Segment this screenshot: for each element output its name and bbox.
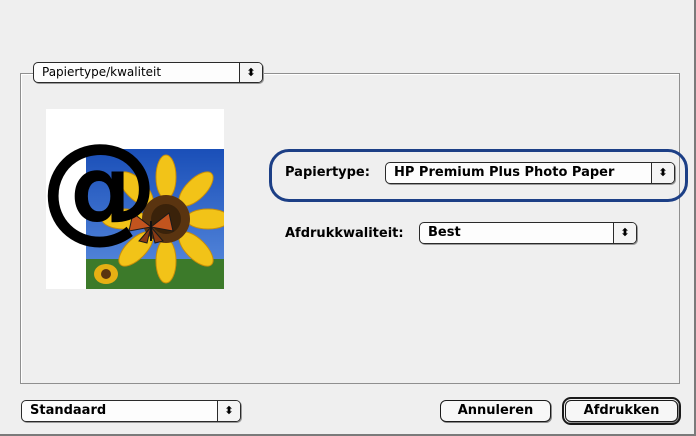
at-symbol: @ xyxy=(46,117,158,255)
sunflower-photo-icon: @ xyxy=(46,117,224,289)
up-down-arrows-icon: ⬍ xyxy=(651,163,674,183)
papiertype-value: HP Premium Plus Photo Paper xyxy=(394,165,615,180)
up-down-arrows-icon: ⬍ xyxy=(217,401,240,421)
afdrukkwaliteit-label: Afdrukkwaliteit: xyxy=(285,226,404,241)
up-down-arrows-icon: ⬍ xyxy=(613,223,636,243)
up-down-arrows-icon: ⬍ xyxy=(239,63,262,82)
paper-preview: @ xyxy=(46,109,224,289)
print-button[interactable]: Afdrukken xyxy=(562,397,681,425)
preset-value: Standaard xyxy=(30,403,107,418)
afdrukkwaliteit-value: Best xyxy=(428,225,461,240)
afdrukkwaliteit-select[interactable]: Best ⬍ xyxy=(419,222,637,244)
papiertype-select[interactable]: HP Premium Plus Photo Paper ⬍ xyxy=(385,162,675,184)
cancel-button[interactable]: Annuleren xyxy=(440,400,551,422)
section-popup[interactable]: Papiertype/kwaliteit ⬍ xyxy=(33,62,263,83)
print-dialog: Papiertype/kwaliteit ⬍ @ Papiertype: HP … xyxy=(0,0,696,436)
section-popup-value: Papiertype/kwaliteit xyxy=(42,65,162,79)
papiertype-label: Papiertype: xyxy=(285,165,370,180)
preset-select[interactable]: Standaard ⬍ xyxy=(21,400,241,422)
